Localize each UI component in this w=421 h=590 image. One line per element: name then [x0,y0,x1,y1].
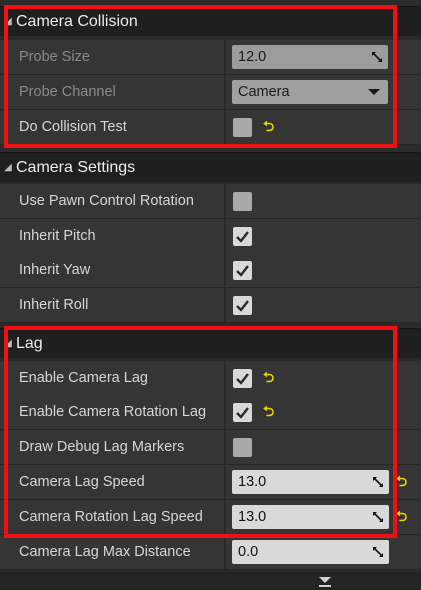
column-divider[interactable] [224,465,226,499]
chevron-down-icon [368,89,380,95]
inherit-yaw-label: Inherit Yaw [19,262,91,278]
camera-rotation-lag-speed-row: Camera Rotation Lag Speed 13.0 ⮌ [0,500,421,535]
probe-size-label: Probe Size [19,49,90,65]
camera-lag-speed-label: Camera Lag Speed [19,474,145,490]
do-collision-test-checkbox[interactable] [233,118,252,137]
section-header-lag[interactable]: ◢ Lag [0,328,421,358]
probe-channel-dropdown[interactable]: Camera [232,80,388,104]
probe-channel-row: Probe Channel Camera [0,75,421,110]
do-collision-test-row: Do Collision Test ⮌ [0,110,421,145]
probe-size-input[interactable]: 12.0 [232,45,388,69]
draw-debug-lag-markers-checkbox[interactable] [233,438,252,457]
camera-lag-speed-row: Camera Lag Speed 13.0 ⮌ [0,465,421,500]
column-divider[interactable] [224,110,226,144]
column-divider[interactable] [224,288,226,322]
section-title: Camera Collision [16,12,138,30]
inherit-yaw-row: Inherit Yaw [0,253,421,288]
reset-to-default-icon[interactable]: ⮌ [263,119,277,133]
inherit-yaw-checkbox[interactable] [233,261,252,280]
camera-lag-speed-value: 13.0 [238,474,267,490]
collapse-caret-icon[interactable]: ◢ [2,16,14,27]
use-pawn-control-rotation-row: Use Pawn Control Rotation [0,184,421,219]
drag-handle-icon[interactable] [372,511,384,523]
use-pawn-control-rotation-checkbox[interactable] [233,192,252,211]
inherit-roll-label: Inherit Roll [19,297,89,313]
probe-size-row: Probe Size 12.0 [0,40,421,75]
check-icon [236,407,249,419]
drag-handle-icon[interactable] [371,51,383,63]
column-divider[interactable] [224,430,226,464]
enable-camera-lag-checkbox[interactable] [233,369,252,388]
collapse-caret-icon[interactable]: ◢ [2,338,14,349]
check-icon [236,300,249,312]
column-divider[interactable] [224,500,226,534]
column-divider[interactable] [224,535,226,569]
enable-camera-rotation-lag-label: Enable Camera Rotation Lag [19,404,207,420]
inherit-roll-row: Inherit Roll [0,288,421,323]
column-divider[interactable] [224,75,226,109]
do-collision-test-label: Do Collision Test [19,119,127,135]
camera-rotation-lag-speed-input[interactable]: 13.0 [232,505,389,529]
reset-to-default-icon[interactable]: ⮌ [263,370,277,384]
check-icon [236,265,249,277]
column-divider[interactable] [224,40,226,74]
probe-size-value: 12.0 [238,49,267,65]
section-header-camera-collision[interactable]: ◢ Camera Collision [0,6,421,36]
expand-arrow-icon[interactable] [318,576,332,588]
camera-rotation-lag-speed-label: Camera Rotation Lag Speed [19,509,203,525]
inherit-roll-checkbox[interactable] [233,296,252,315]
enable-camera-rotation-lag-checkbox[interactable] [233,403,252,422]
reset-to-default-icon[interactable]: ⮌ [263,404,277,418]
enable-camera-lag-label: Enable Camera Lag [19,370,148,386]
inherit-pitch-row: Inherit Pitch [0,219,421,254]
inherit-pitch-label: Inherit Pitch [19,228,96,244]
column-divider[interactable] [224,253,226,287]
camera-lag-max-distance-row: Camera Lag Max Distance 0.0 [0,535,421,570]
collapse-caret-icon[interactable]: ◢ [2,162,14,173]
enable-camera-lag-row: Enable Camera Lag ⮌ [0,361,421,396]
camera-lag-max-distance-input[interactable]: 0.0 [232,540,389,564]
use-pawn-control-rotation-label: Use Pawn Control Rotation [19,193,194,209]
column-divider[interactable] [224,184,226,218]
camera-lag-speed-input[interactable]: 13.0 [232,470,389,494]
column-divider[interactable] [224,361,226,395]
camera-rotation-lag-speed-value: 13.0 [238,509,267,525]
probe-channel-label: Probe Channel [19,84,116,100]
probe-channel-value: Camera [238,84,290,100]
drag-handle-icon[interactable] [372,476,384,488]
reset-to-default-icon[interactable]: ⮌ [396,509,410,523]
check-icon [236,373,249,385]
column-divider[interactable] [224,219,226,253]
drag-handle-icon[interactable] [372,546,384,558]
section-title: Camera Settings [16,158,136,176]
camera-lag-max-distance-value: 0.0 [238,544,259,560]
column-divider[interactable] [224,395,226,429]
camera-lag-max-distance-label: Camera Lag Max Distance [19,544,191,560]
inherit-pitch-checkbox[interactable] [233,227,252,246]
details-panel: ◢ Camera Collision Probe Size 12.0 Probe… [0,0,421,590]
reset-to-default-icon[interactable]: ⮌ [396,474,410,488]
section-header-camera-settings[interactable]: ◢ Camera Settings [0,152,421,182]
check-icon [236,231,249,243]
enable-camera-rotation-lag-row: Enable Camera Rotation Lag ⮌ [0,395,421,430]
draw-debug-lag-markers-row: Draw Debug Lag Markers [0,430,421,465]
section-title: Lag [16,334,43,352]
advanced-expand-bar[interactable] [0,572,421,590]
draw-debug-lag-markers-label: Draw Debug Lag Markers [19,439,185,455]
